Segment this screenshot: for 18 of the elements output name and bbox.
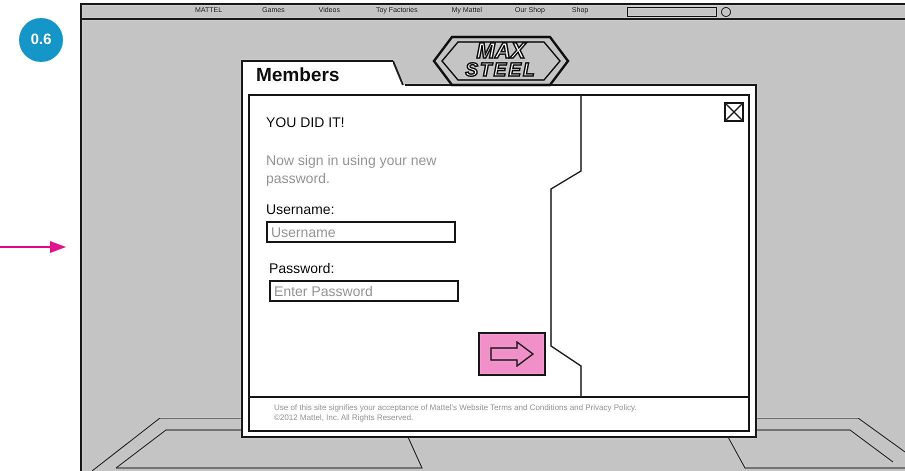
instruction-text: Now sign in using your new password. — [266, 151, 438, 187]
close-button[interactable] — [724, 102, 744, 122]
search-button[interactable] — [721, 6, 732, 16]
field-label: Password: — [269, 260, 336, 277]
text-field[interactable]: Username — [266, 221, 456, 243]
arrow-icon — [0, 240, 66, 254]
text-field[interactable]: Enter Password — [269, 280, 459, 302]
legal-text: Use of this site signifies your acceptance of Mattel’s Website Terms and Conditions and Privacy Policy. — [274, 403, 638, 413]
success-heading: YOU DID IT! — [266, 113, 346, 132]
logo-text: MAX — [476, 41, 526, 61]
legal-text: ©2012 Mattel, Inc. All Rights Reserved. — [274, 413, 414, 423]
search-field[interactable] — [627, 6, 718, 16]
version-badge: 0.6 — [19, 18, 63, 62]
submit-button[interactable] — [478, 332, 546, 376]
field-label: Username: — [266, 201, 336, 218]
right-arrow-icon — [489, 341, 535, 367]
logo-text: STEEL — [465, 61, 537, 81]
logo-frame-icon — [432, 35, 570, 87]
